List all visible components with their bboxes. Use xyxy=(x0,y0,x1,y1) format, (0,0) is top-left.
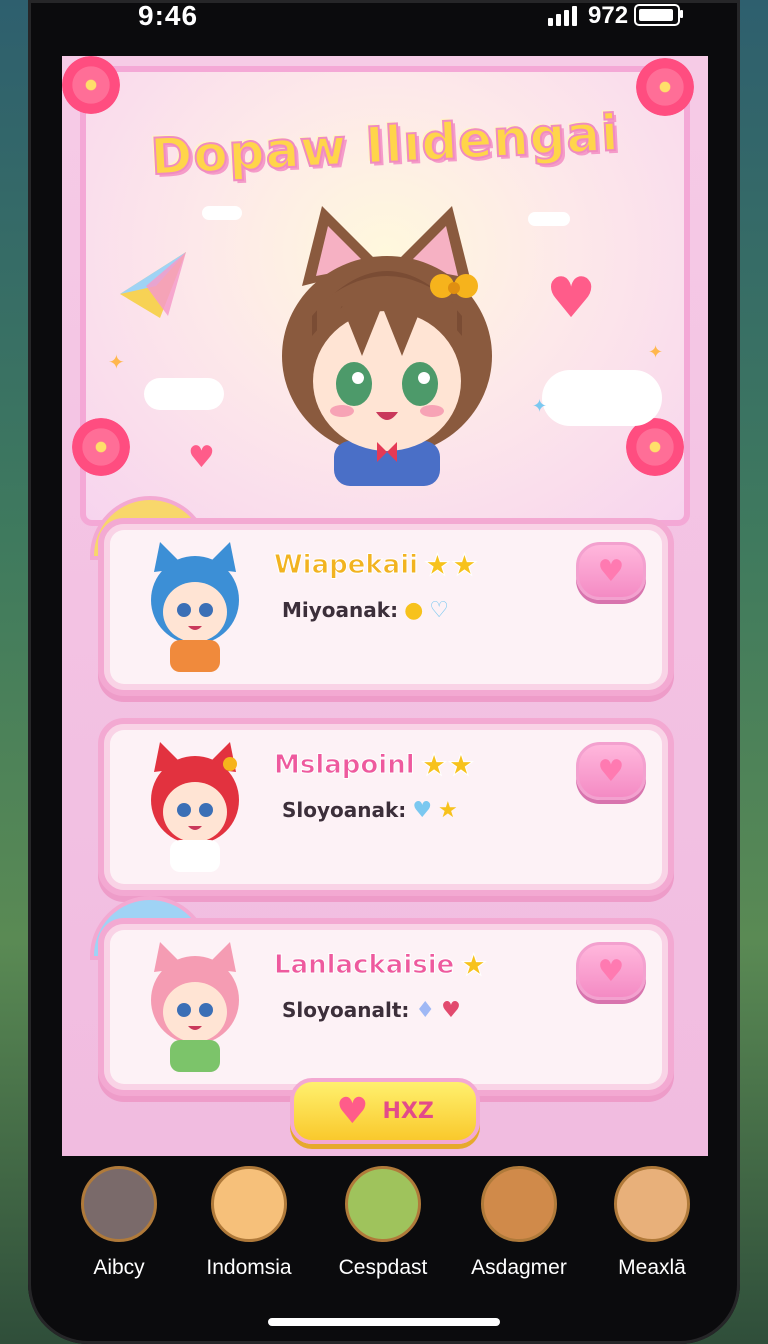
home-indicator[interactable] xyxy=(268,1318,500,1326)
mascot-catgirl xyxy=(282,206,492,486)
star-icon: ★ xyxy=(438,798,458,823)
card-name: Lanlackaisie ★ xyxy=(273,948,488,984)
profile-card[interactable]: Lanlackaisie ★ Sloyoanalt: ♦ ♥ ♥ xyxy=(98,918,674,1096)
heart-icon: ♥ xyxy=(441,998,461,1023)
signal-icon xyxy=(548,6,580,26)
profile-card[interactable]: Mslapoinl ★★ Sloyoanak: ♥ ★ ♥ xyxy=(98,718,674,896)
profile-card[interactable]: Wiapekaii ★★ Miyoanak: ● ♡ ♥ xyxy=(98,518,674,696)
sparkle-icon: ✦ xyxy=(532,396,548,417)
cloud-icon xyxy=(202,206,242,220)
tab-label: Asdagmer xyxy=(471,1256,567,1279)
heart-icon: ♥ xyxy=(546,266,597,331)
cta-button[interactable]: ♥ HXZ xyxy=(290,1078,480,1144)
seal-face-icon xyxy=(614,1166,690,1242)
card-subtitle: Sloyoanalt: ♦ ♥ xyxy=(282,998,461,1023)
cta-label: HXZ xyxy=(382,1098,434,1124)
cloud-icon xyxy=(542,370,662,426)
card-name: Wiapekaii ★★ xyxy=(273,548,479,584)
star-icon: ● xyxy=(404,598,424,623)
battery-percent: 972 xyxy=(588,2,629,29)
card-name: Mslapoinl ★★ xyxy=(274,748,475,784)
status-time: 9:46 xyxy=(138,0,199,31)
tab-label: Indomsia xyxy=(206,1256,292,1279)
sparkle-icon: ✦ xyxy=(648,342,664,363)
heart-icon: ♥ xyxy=(188,440,215,475)
cloud-icon xyxy=(144,378,224,410)
star-icon: ★★ xyxy=(420,748,475,784)
bottom-tab-bar: Aibcy Indomsia Cespdast Asdagmer Meaxlā xyxy=(62,1156,708,1306)
tab-meaxla[interactable]: Meaxlā xyxy=(587,1166,717,1280)
avatar-icon xyxy=(81,1166,157,1242)
avatar xyxy=(151,942,239,1072)
flower-icon xyxy=(62,56,120,114)
flower-icon xyxy=(626,418,684,476)
paper-plane-icon xyxy=(120,252,186,318)
avatar xyxy=(151,742,239,872)
cat-face-icon xyxy=(211,1166,287,1242)
avatar-icon xyxy=(345,1166,421,1242)
like-button[interactable]: ♥ xyxy=(576,942,646,1000)
tab-indomsia[interactable]: Indomsia xyxy=(184,1166,314,1280)
like-button[interactable]: ♥ xyxy=(576,542,646,600)
tab-asdagmer[interactable]: Asdagmer xyxy=(454,1166,584,1280)
heart-icon: ♥ xyxy=(336,1090,369,1132)
heart-icon: ♥ xyxy=(412,798,433,823)
tab-cespdast[interactable]: Cespdast xyxy=(318,1166,448,1280)
tab-label: Meaxlā xyxy=(618,1256,686,1279)
flower-icon xyxy=(72,418,130,476)
app-screen: ♥ ♥ ✦ ✦ ✦ Dopaw Ilıdengai ☁ xyxy=(62,56,708,1156)
star-icon: ★★ xyxy=(424,548,479,584)
heart-icon: ♦ xyxy=(415,998,436,1023)
cat-face-icon xyxy=(481,1166,557,1242)
star-icon: ★ xyxy=(460,948,488,984)
like-button[interactable]: ♥ xyxy=(576,742,646,800)
avatar xyxy=(151,542,239,672)
tab-label: Aibcy xyxy=(93,1256,145,1279)
heart-icon: ♡ xyxy=(429,598,450,623)
cloud-icon xyxy=(528,212,570,226)
sparkle-icon: ✦ xyxy=(108,350,125,374)
battery-icon xyxy=(634,4,680,26)
card-subtitle: Miyoanak: ● ♡ xyxy=(282,598,450,623)
card-subtitle: Sloyoanak: ♥ ★ xyxy=(282,798,458,823)
tab-label: Cespdast xyxy=(338,1256,428,1279)
tab-aibcy[interactable]: Aibcy xyxy=(54,1166,184,1280)
status-bar: 9:46 972 xyxy=(28,0,740,56)
